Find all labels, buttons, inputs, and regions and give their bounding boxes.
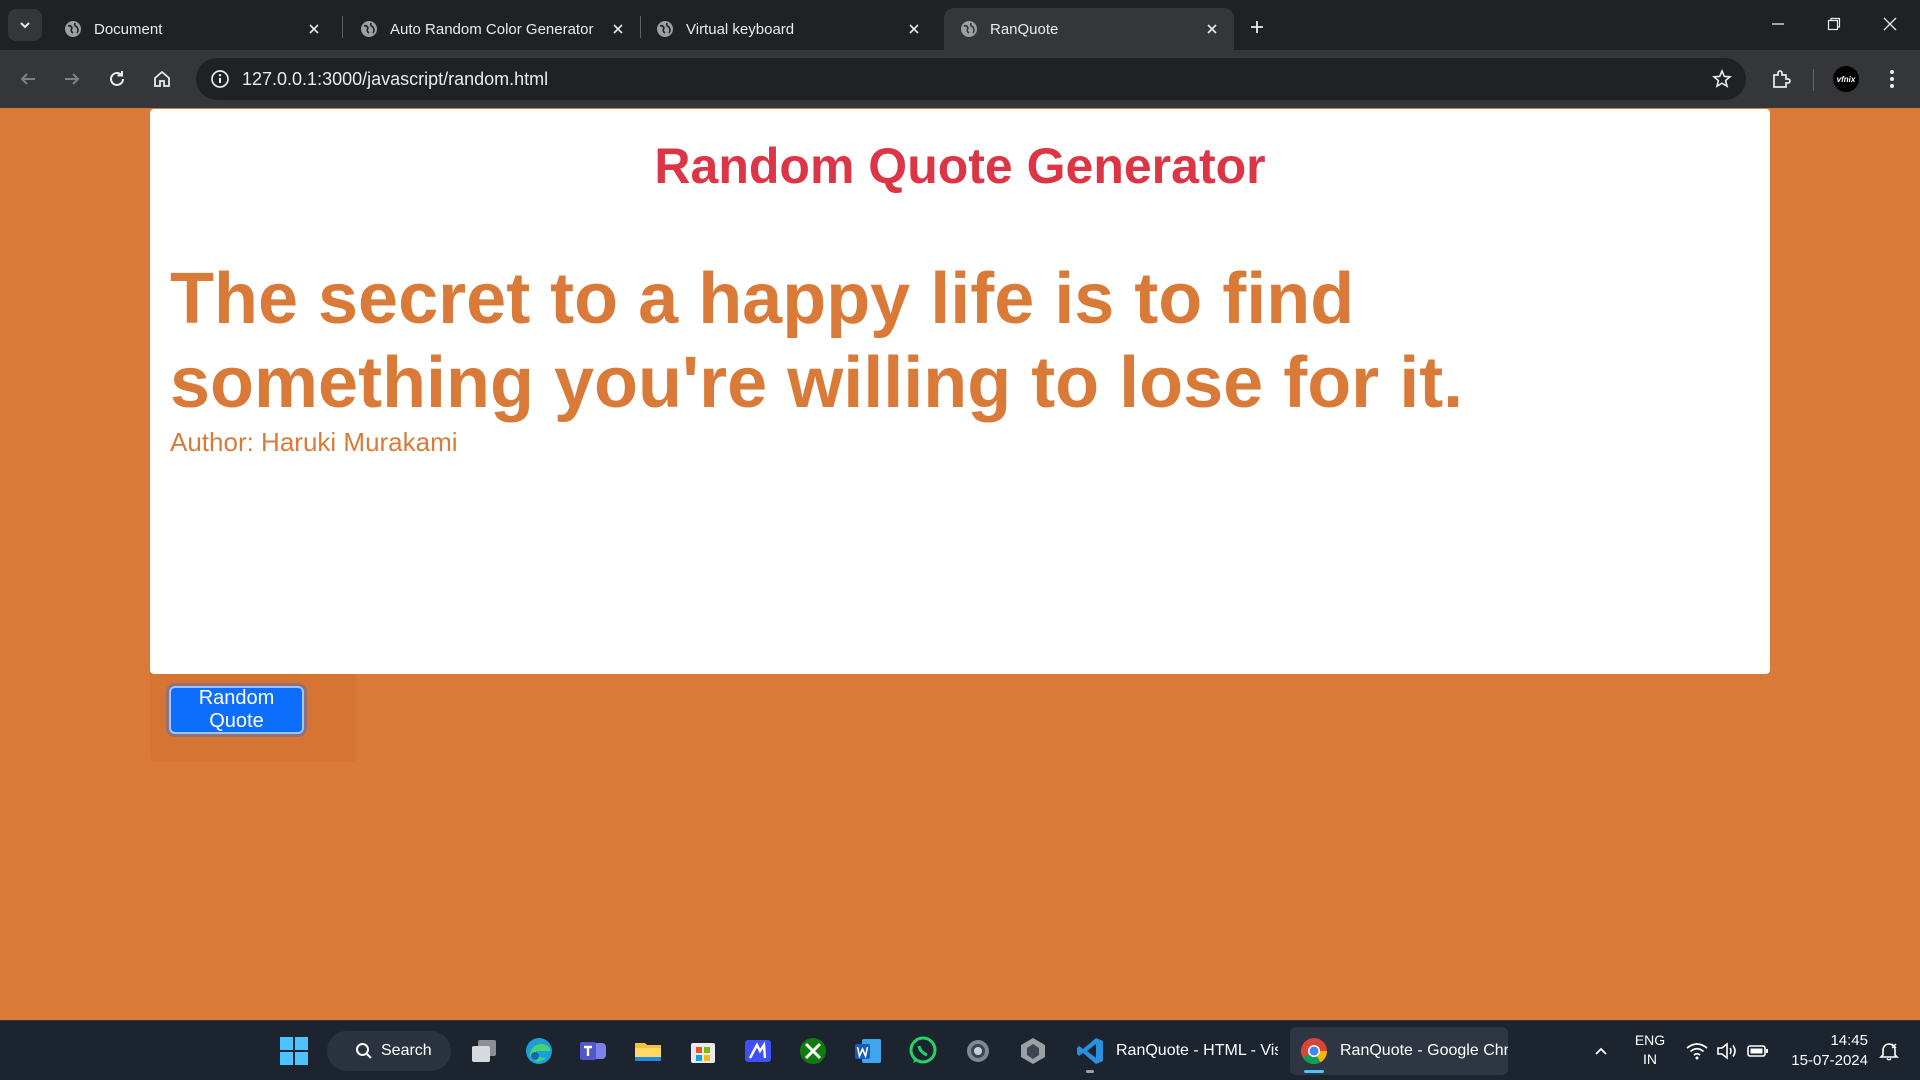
- tab-title: RanQuote: [990, 20, 1059, 38]
- button-container: Random Quote: [150, 674, 357, 762]
- close-window-button[interactable]: [1862, 0, 1918, 48]
- word-icon[interactable]: [848, 1031, 888, 1071]
- chevron-up-icon: [1595, 1047, 1607, 1055]
- language-code: ENG: [1634, 1032, 1666, 1048]
- arrow-right-icon: [65, 73, 80, 85]
- page-title: Random Quote Generator: [654, 138, 1266, 194]
- home-icon: [154, 70, 170, 87]
- arrow-left-icon: [20, 73, 35, 85]
- menu-button[interactable]: [1876, 63, 1908, 95]
- tab-title: Document: [94, 20, 163, 38]
- quote-card: Random Quote Generator The secret to a h…: [150, 109, 1770, 674]
- tab-strip: Document Auto Random Color Generator Vir…: [0, 0, 1920, 50]
- settings-icon[interactable]: [958, 1031, 998, 1071]
- taskbar-app-label: RanQuote - HTML - Visual Studio Code: [1116, 1042, 1278, 1059]
- start-button[interactable]: [274, 1031, 314, 1071]
- minimize-icon: [1772, 23, 1784, 25]
- tab-virtual-keyboard[interactable]: Virtual keyboard: [640, 8, 936, 50]
- bookmark-star-icon[interactable]: [1710, 67, 1734, 91]
- extensions-button[interactable]: [1765, 63, 1797, 95]
- url-text[interactable]: 127.0.0.1:3000/javascript/random.html: [242, 69, 548, 90]
- back-button[interactable]: [12, 63, 44, 95]
- taskbar-app-chrome[interactable]: RanQuote - Google Chrome: [1290, 1027, 1508, 1075]
- xbox-icon[interactable]: [793, 1031, 833, 1071]
- quote-text: The secret to a happy life is to find so…: [170, 259, 1464, 423]
- restore-button[interactable]: [1806, 0, 1862, 48]
- chrome-icon: [1298, 1035, 1330, 1067]
- tab-divider: [342, 16, 343, 38]
- site-info-icon[interactable]: [208, 67, 232, 91]
- volume-icon[interactable]: [1713, 1021, 1741, 1080]
- plus-icon: [1251, 21, 1263, 33]
- taskbar: Search RanQuote - HTML - Visual Studio C…: [0, 1020, 1920, 1080]
- profile-avatar[interactable]: vfnix: [1833, 66, 1859, 92]
- tab-auto-random-color[interactable]: Auto Random Color Generator: [344, 8, 640, 50]
- pen-app-icon[interactable]: [738, 1031, 778, 1071]
- chevron-down-icon: [20, 22, 30, 29]
- browser-toolbar: 127.0.0.1:3000/javascript/random.html vf…: [0, 50, 1920, 108]
- edge-icon[interactable]: [519, 1031, 559, 1071]
- language-indicator[interactable]: ENG IN: [1630, 1031, 1670, 1069]
- restore-icon: [1827, 17, 1841, 31]
- globe-icon: [65, 21, 81, 37]
- quote-author: Author: Haruki Murakami: [170, 427, 458, 457]
- teams-icon[interactable]: [573, 1031, 613, 1071]
- file-explorer-icon[interactable]: [628, 1031, 668, 1071]
- show-hidden-icons-button[interactable]: [1586, 1021, 1616, 1080]
- reload-icon: [110, 71, 124, 86]
- close-tab-icon[interactable]: [606, 17, 630, 41]
- toolbar-divider: [1813, 69, 1814, 91]
- globe-icon: [961, 21, 977, 37]
- whatsapp-icon[interactable]: [903, 1031, 943, 1071]
- new-tab-button[interactable]: [1243, 13, 1271, 41]
- notifications-icon[interactable]: [1874, 1021, 1904, 1080]
- system-clock[interactable]: 14:45 15-07-2024: [1778, 1031, 1868, 1071]
- forward-button[interactable]: [56, 63, 88, 95]
- close-tab-icon[interactable]: [302, 17, 326, 41]
- taskbar-search[interactable]: Search: [327, 1031, 451, 1071]
- windows-logo-icon: [280, 1037, 308, 1065]
- kebab-menu-icon: [1890, 70, 1894, 88]
- clock-time: 14:45: [1830, 1032, 1868, 1049]
- home-button[interactable]: [146, 63, 178, 95]
- vscode-icon: [1074, 1035, 1106, 1067]
- close-tab-icon[interactable]: [902, 17, 926, 41]
- task-view-icon[interactable]: [464, 1031, 504, 1071]
- region-code: IN: [1643, 1051, 1657, 1067]
- close-icon: [1883, 17, 1897, 31]
- tab-ranquote[interactable]: RanQuote: [944, 8, 1234, 50]
- tab-title: Virtual keyboard: [686, 20, 795, 38]
- search-icon: [356, 1043, 372, 1059]
- minimize-button[interactable]: [1750, 0, 1806, 48]
- random-quote-button[interactable]: Random Quote: [169, 686, 304, 734]
- puzzle-icon: [1773, 70, 1791, 88]
- globe-icon: [657, 21, 673, 37]
- unity-icon[interactable]: [1013, 1031, 1053, 1071]
- wifi-icon[interactable]: [1683, 1021, 1711, 1080]
- store-icon[interactable]: [683, 1031, 723, 1071]
- tab-document[interactable]: Document: [48, 8, 336, 50]
- search-label: Search: [381, 1042, 432, 1059]
- tab-search-button[interactable]: [8, 9, 42, 41]
- taskbar-app-indicator: [1304, 1070, 1324, 1073]
- globe-icon: [361, 21, 377, 37]
- clock-date: 15-07-2024: [1791, 1052, 1868, 1069]
- tab-title: Auto Random Color Generator: [390, 20, 594, 38]
- battery-icon[interactable]: [1744, 1021, 1772, 1080]
- taskbar-app-indicator: [1086, 1070, 1094, 1073]
- address-bar[interactable]: 127.0.0.1:3000/javascript/random.html: [196, 58, 1746, 100]
- close-tab-icon[interactable]: [1200, 17, 1224, 41]
- reload-button[interactable]: [101, 63, 133, 95]
- taskbar-app-vscode[interactable]: RanQuote - HTML - Visual Studio Code: [1066, 1027, 1278, 1075]
- taskbar-app-label: RanQuote - Google Chrome: [1340, 1042, 1508, 1059]
